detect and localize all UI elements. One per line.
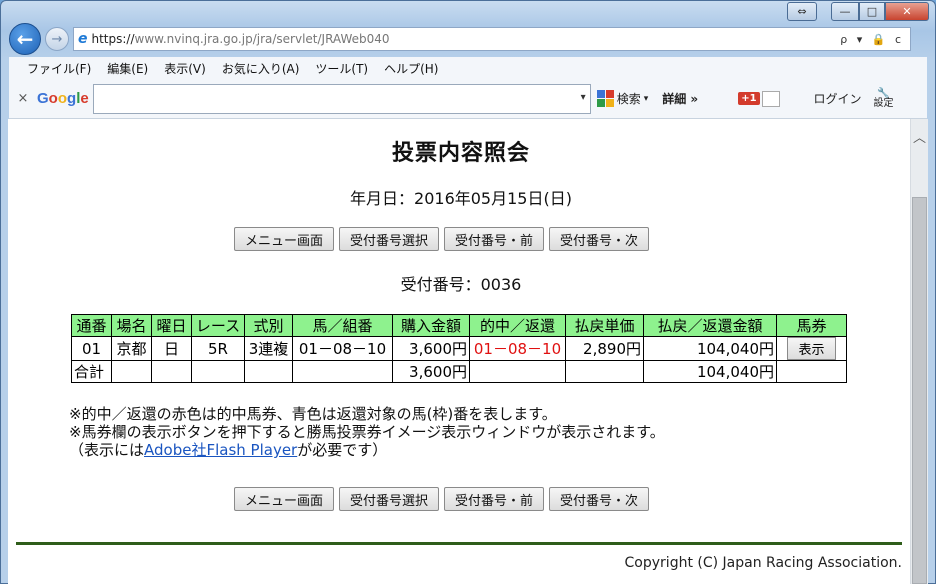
google-squares-icon [596,90,614,107]
col-race: レース [191,314,245,337]
menu-file[interactable]: ファイル(F) [27,60,91,77]
col-amount: 購入金額 [392,314,470,337]
google-search-label: 検索 [616,92,641,106]
next-receipt-button[interactable]: 受付番号・次 [549,487,650,511]
top-button-row: メニュー画面 受付番号選択 受付番号・前 受付番号・次 [234,227,650,251]
chevron-down-icon[interactable]: ▾ [581,92,586,103]
cell-venue: 京都 [111,336,152,361]
next-receipt-button[interactable]: 受付番号・次 [549,227,650,251]
chevron-down-icon: ▾ [643,93,649,104]
menu-bar: ファイル(F) 編集(E) 表示(V) お気に入り(A) ツール(T) ヘルプ(… [9,57,927,79]
google-login-link[interactable]: ログイン [814,90,862,107]
total-label: 合計 [71,360,112,383]
col-ticket: 馬券 [776,314,847,337]
page-viewport: 投票内容照会 年月日：2016年05月15日(日) メニュー画面 受付番号選択 … [8,119,914,584]
scroll-thumb[interactable] [912,197,927,584]
address-path: www.nvinq.jra.go.jp/jra/servlet/JRAWeb04… [134,32,390,46]
menu-favorites[interactable]: お気に入り(A) [222,60,300,77]
table-total-row: 合計 3,600円 104,040円 [71,360,847,383]
menu-view[interactable]: 表示(V) [164,60,206,77]
vertical-scrollbar[interactable]: ︿ [910,119,928,584]
col-seq: 通番 [71,314,112,337]
cell-race: 5R [191,336,245,361]
previous-receipt-button[interactable]: 受付番号・前 [444,227,545,251]
col-type: 式別 [244,314,293,337]
note-line-2: ※馬券欄の表示ボタンを押下すると勝馬投票券イメージ表示ウィンドウが表示されます。 [69,423,665,441]
bottom-button-row: メニュー画面 受付番号選択 受付番号・前 受付番号・次 [234,487,650,511]
google-search-input[interactable]: ▾ [92,83,591,114]
cell-type: 3連複 [244,336,293,361]
navigation-row: ← → e https://www.nvinq.jra.go.jp/jra/se… [9,23,929,55]
table-row: 01 京都 日 5R 3連複 01－08－10 3,600円 01－08－10 … [71,336,847,361]
footer-divider [16,542,902,545]
note-line-1: ※的中／返還の赤色は的中馬券、青色は返還対象の馬(枠)番を表します。 [69,405,557,423]
bet-table: 通番 場名 曜日 レース 式別 馬／組番 購入金額 的中／返還 払戻単価 払戻／… [71,314,847,383]
col-payout: 払戻／返還金額 [643,314,777,337]
google-toolbar-close-icon[interactable]: × [9,91,37,106]
google-plus-count [761,90,780,107]
minimize-button[interactable]: — [831,2,859,21]
total-amount: 3,600円 [392,360,470,383]
google-plus-one-icon[interactable]: +1 [738,92,760,105]
cell-seq: 01 [71,336,112,361]
settings-wrench-icon[interactable]: 🔧 設定 [873,88,894,109]
scroll-up-icon[interactable]: ︿ [911,119,928,153]
total-payout: 104,040円 [643,360,777,383]
address-protocol: https:// [91,32,135,46]
google-details-button[interactable]: 詳細 » [662,90,698,107]
col-venue: 場名 [111,314,152,337]
cell-hit: 01－08－10 [469,336,566,361]
close-button[interactable]: ✕ [885,2,929,21]
menu-help[interactable]: ヘルプ(H) [384,60,438,77]
back-button[interactable]: ← [9,23,41,55]
restore-button[interactable]: ⇔ [787,2,817,21]
cell-day: 日 [151,336,192,361]
google-toolbar: × Google ▾ 検索 ▾ 詳細 » +1 ログイン 🔧 設定 [9,79,927,119]
table-header-row: 通番 場名 曜日 レース 式別 馬／組番 購入金額 的中／返還 払戻単価 払戻／… [71,314,847,337]
notes: ※的中／返還の赤色は的中馬券、青色は返還対象の馬(枠)番を表します。 ※馬券欄の… [69,405,665,459]
col-unit: 払戻単価 [565,314,644,337]
copyright: Copyright (C) Japan Racing Association. [624,555,902,571]
ie-icon: e [78,31,88,47]
google-search-button[interactable]: 検索 ▾ [596,90,649,107]
address-url[interactable]: https://www.nvinq.jra.go.jp/jra/servlet/… [92,32,841,46]
forward-button[interactable]: → [45,27,69,51]
date-line: 年月日：2016年05月15日(日) [350,189,572,208]
receipt-number: 受付番号：0036 [400,275,522,294]
menu-edit[interactable]: 編集(E) [107,60,148,77]
select-receipt-button[interactable]: 受付番号選択 [339,227,440,251]
menu-tools[interactable]: ツール(T) [315,60,368,77]
select-receipt-button[interactable]: 受付番号選択 [339,487,440,511]
address-tools-icons[interactable]: ρ ▾ 🔒 c [840,33,904,46]
note-line-3: （表示にはAdobe社Flash Playerが必要です） [69,441,388,459]
flash-player-link[interactable]: Adobe社Flash Player [144,441,297,459]
cell-combo: 01－08－10 [292,336,393,361]
col-combo: 馬／組番 [292,314,393,337]
previous-receipt-button[interactable]: 受付番号・前 [444,487,545,511]
col-hit: 的中／返還 [469,314,566,337]
cell-unit: 2,890円 [565,336,644,361]
cell-ticket: 表示 [776,336,847,361]
menu-screen-button[interactable]: メニュー画面 [234,487,335,511]
settings-label: 設定 [873,97,894,109]
menu-screen-button[interactable]: メニュー画面 [234,227,335,251]
cell-payout: 104,040円 [643,336,777,361]
maximize-button[interactable]: □ [859,2,885,21]
cell-amount: 3,600円 [392,336,470,361]
page-title: 投票内容照会 [391,141,530,166]
col-day: 曜日 [151,314,192,337]
address-bar[interactable]: e https://www.nvinq.jra.go.jp/jra/servle… [73,27,911,51]
window-controls: ⇔ — □ ✕ [787,2,929,21]
google-logo: Google [37,90,89,107]
show-ticket-button[interactable]: 表示 [787,337,836,360]
